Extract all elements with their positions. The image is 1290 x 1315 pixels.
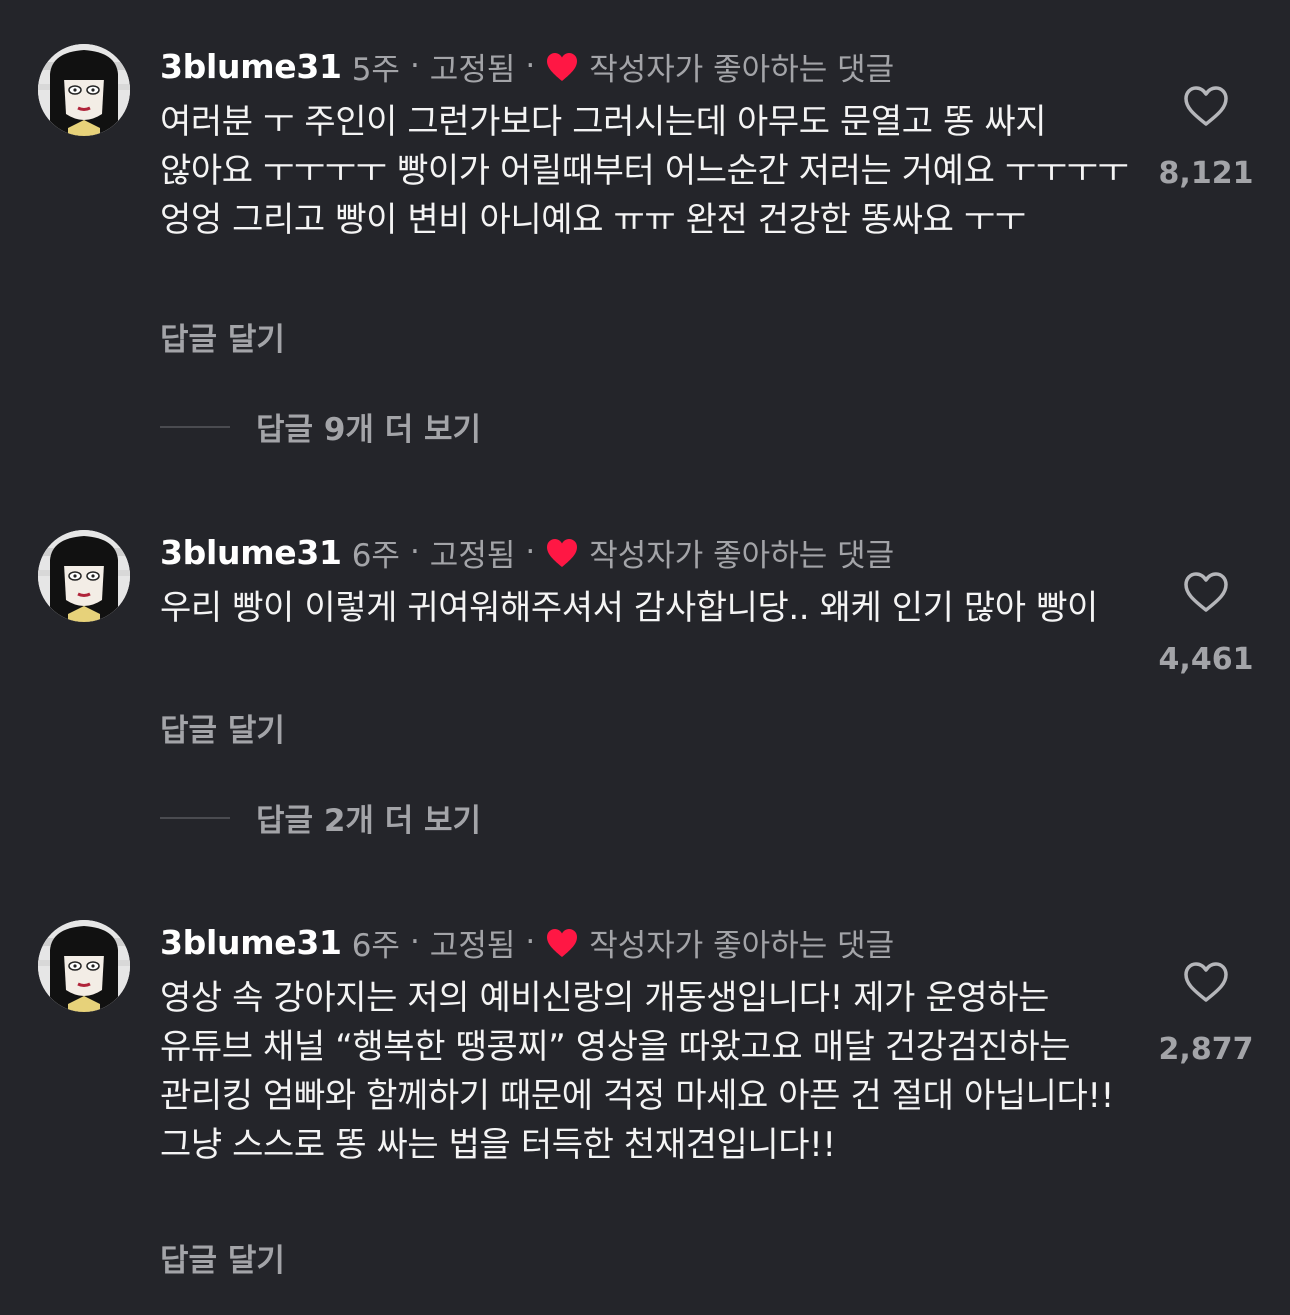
separator: · bbox=[525, 48, 536, 84]
view-replies-label: 답글 2개 더 보기 bbox=[256, 803, 482, 839]
avatar[interactable] bbox=[38, 530, 130, 622]
heart-filled-icon bbox=[547, 539, 578, 567]
view-replies-button[interactable]: 답글 9개 더 보기 bbox=[160, 404, 481, 449]
like-count: 4,461 bbox=[1158, 642, 1254, 677]
heart-filled-icon bbox=[547, 929, 578, 957]
creator-liked-label: 작성자가 좋아하는 댓글 bbox=[589, 537, 895, 574]
divider-line bbox=[160, 816, 230, 819]
username[interactable]: 3blume31 bbox=[160, 923, 342, 962]
creator-liked-label: 작성자가 좋아하는 댓글 bbox=[589, 927, 895, 964]
separator: · bbox=[409, 48, 420, 84]
view-replies-button[interactable]: 답글 2개 더 보기 bbox=[160, 795, 481, 840]
comment-text: 우리 빵이 이렇게 귀여워해주셔서 감사합니당.. 왜케 인기 많아 빵이 bbox=[160, 588, 1098, 628]
heart-outline-icon[interactable] bbox=[1182, 570, 1230, 614]
comment-time: 6주 bbox=[351, 927, 400, 964]
divider-line bbox=[160, 425, 230, 428]
reply-button[interactable]: 답글 달기 bbox=[160, 314, 285, 359]
separator: · bbox=[409, 924, 420, 960]
avatar-image bbox=[38, 44, 130, 136]
pinned-label: 고정됨 bbox=[429, 927, 516, 964]
avatar-image bbox=[38, 530, 130, 622]
username[interactable]: 3blume31 bbox=[160, 533, 342, 572]
avatar[interactable] bbox=[38, 44, 130, 136]
reply-button[interactable]: 답글 달기 bbox=[160, 705, 285, 750]
like-count: 8,121 bbox=[1158, 156, 1254, 191]
comment-meta: 3blume31 6주 · 고정됨 · 작성자가 좋아하는 댓글 bbox=[160, 530, 894, 574]
pinned-label: 고정됨 bbox=[429, 51, 516, 88]
creator-liked-label: 작성자가 좋아하는 댓글 bbox=[589, 51, 895, 88]
separator: · bbox=[525, 534, 536, 570]
comment-time: 5주 bbox=[351, 51, 400, 88]
heart-filled-icon bbox=[547, 53, 578, 81]
reply-button[interactable]: 답글 달기 bbox=[160, 1235, 285, 1280]
like-count: 2,877 bbox=[1158, 1032, 1254, 1067]
pinned-label: 고정됨 bbox=[429, 537, 516, 574]
comment-time: 6주 bbox=[351, 537, 400, 574]
comment-meta: 3blume31 5주 · 고정됨 · 작성자가 좋아하는 댓글 bbox=[160, 44, 894, 88]
comment-text: 영상 속 강아지는 저의 예비신랑의 개동생입니다! 제가 운영하는 유튜브 채… bbox=[160, 978, 1114, 1165]
heart-outline-icon[interactable] bbox=[1182, 960, 1230, 1004]
separator: · bbox=[409, 534, 420, 570]
avatar[interactable] bbox=[38, 920, 130, 1012]
username[interactable]: 3blume31 bbox=[160, 47, 342, 86]
heart-outline-icon[interactable] bbox=[1182, 84, 1230, 128]
comment-meta: 3blume31 6주 · 고정됨 · 작성자가 좋아하는 댓글 bbox=[160, 920, 894, 964]
separator: · bbox=[525, 924, 536, 960]
avatar-image bbox=[38, 920, 130, 1012]
view-replies-label: 답글 9개 더 보기 bbox=[256, 412, 482, 448]
comment-text: 여러분 ㅜ 주인이 그런가보다 그러시는데 아무도 문열고 똥 싸지 않아요 ㅜ… bbox=[160, 102, 1129, 240]
